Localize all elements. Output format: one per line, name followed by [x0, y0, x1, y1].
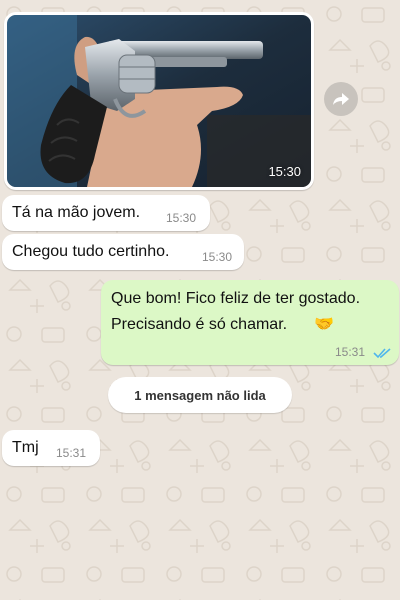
- message-text: Chegou tudo certinho.: [12, 243, 170, 260]
- message-timestamp: 15:30: [268, 164, 301, 179]
- message-text: Tá na mão jovem.: [12, 204, 141, 221]
- forward-button[interactable]: [324, 82, 358, 116]
- message-text-line-2: Precisando é só chamar.: [111, 316, 288, 333]
- double-check-read-icon: [373, 348, 391, 359]
- revolver-photo[interactable]: 15:30: [7, 15, 311, 187]
- message-timestamp: 15:31: [56, 446, 87, 460]
- message-text-line-1: Que bom! Fico feliz de ter gostado.: [111, 290, 361, 307]
- message-text: Tmj: [12, 439, 39, 456]
- message-timestamp: 15:31: [335, 345, 366, 359]
- message-timestamp: 15:30: [202, 250, 233, 264]
- incoming-message[interactable]: Tmj 15:31: [2, 430, 100, 466]
- message-timestamp: 15:30: [166, 211, 197, 225]
- handshake-emoji: 🤝: [314, 316, 334, 333]
- forward-icon: [333, 93, 349, 105]
- photo-message[interactable]: 15:30: [4, 12, 314, 190]
- unread-messages-divider: 1 mensagem não lida: [108, 377, 292, 413]
- incoming-message[interactable]: Tá na mão jovem. 15:30: [2, 195, 210, 231]
- incoming-message[interactable]: Chegou tudo certinho. 15:30: [2, 234, 244, 270]
- outgoing-message[interactable]: Que bom! Fico feliz de ter gostado. Prec…: [101, 280, 399, 365]
